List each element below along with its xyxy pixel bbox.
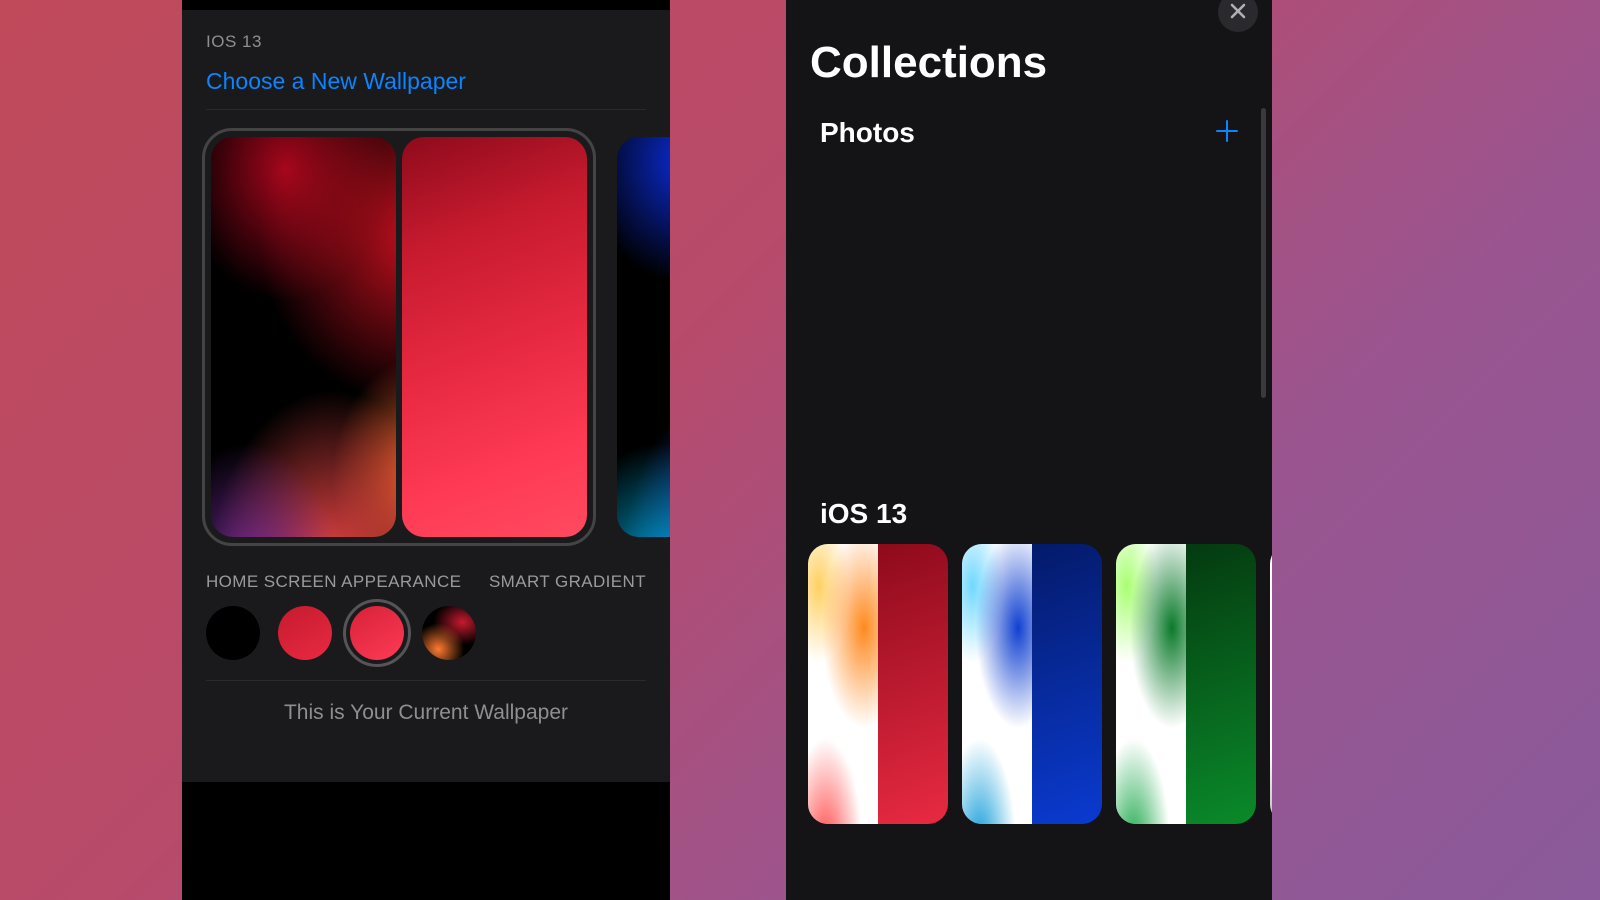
collection-card-red[interactable] [808, 544, 948, 824]
close-icon [1230, 0, 1246, 25]
photos-label: Photos [820, 117, 915, 149]
appearance-labels: HOME SCREEN APPEARANCE SMART GRADIENT [182, 546, 670, 604]
add-photo-button[interactable] [1216, 116, 1238, 150]
home-screen-appearance-label: HOME SCREEN APPEARANCE [206, 572, 461, 592]
light-half [808, 544, 878, 824]
dark-half [1032, 544, 1102, 824]
wallpaper-preview-row [182, 110, 670, 546]
dark-half [1186, 544, 1256, 824]
wallpaper-settings-panel: IOS 13 Choose a New Wallpaper HOME SCREE… [182, 0, 670, 900]
light-half [1270, 544, 1272, 824]
lockscreen-preview [617, 137, 670, 537]
wallpaper-pair-next[interactable] [608, 128, 670, 546]
appearance-swatch-gradient-selected[interactable] [350, 606, 404, 660]
plus-icon [1216, 120, 1238, 142]
photos-section-header[interactable]: Photos [786, 98, 1272, 158]
appearance-swatches [182, 604, 670, 680]
ios13-collection-row [786, 544, 1272, 824]
wallpaper-settings-content: IOS 13 Choose a New Wallpaper HOME SCREE… [182, 10, 670, 782]
lockscreen-preview [211, 137, 396, 537]
smart-gradient-label: SMART GRADIENT [489, 572, 646, 592]
appearance-swatch-red[interactable] [278, 606, 332, 660]
scrollbar[interactable] [1261, 108, 1266, 398]
homescreen-preview [402, 137, 587, 537]
wallpaper-pair-selected[interactable] [202, 128, 596, 546]
appearance-swatch-wallpaper[interactable] [422, 606, 476, 660]
collection-card-green[interactable] [1116, 544, 1256, 824]
light-half [1116, 544, 1186, 824]
light-half [962, 544, 1032, 824]
collection-card-blue[interactable] [962, 544, 1102, 824]
collections-panel: Collections Photos iOS 13 [786, 0, 1272, 900]
collection-card-grey[interactable] [1270, 544, 1272, 824]
choose-new-wallpaper-link[interactable]: Choose a New Wallpaper [182, 62, 670, 109]
appearance-swatch-black[interactable] [206, 606, 260, 660]
ios13-section-header: IOS 13 [182, 10, 670, 62]
ios13-collection-label: iOS 13 [786, 498, 1272, 544]
current-wallpaper-text: This is Your Current Wallpaper [206, 680, 646, 735]
collections-title: Collections [786, 0, 1272, 98]
dark-half [878, 544, 948, 824]
